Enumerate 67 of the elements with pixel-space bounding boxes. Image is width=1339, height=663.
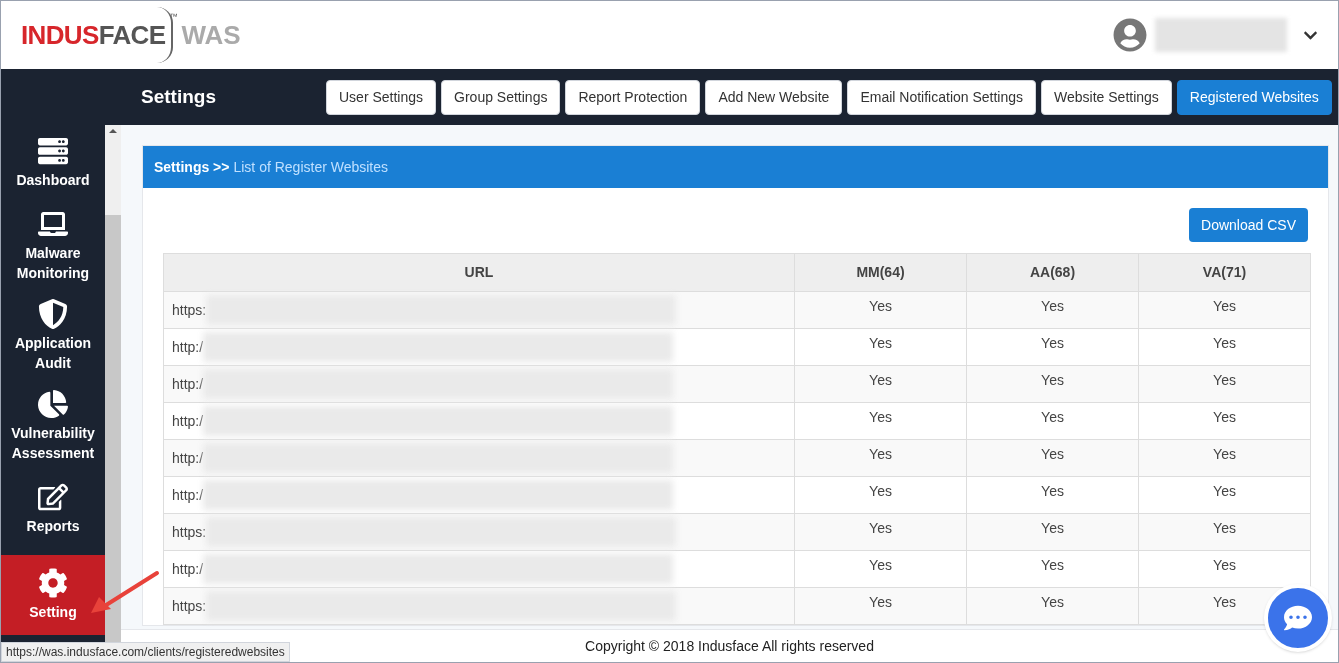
server-icon (38, 136, 68, 166)
table-cell: Yes (794, 476, 967, 514)
download-csv-button[interactable]: Download CSV (1189, 208, 1308, 242)
table-cell: Yes (966, 291, 1139, 329)
url-cell-text: https: (172, 522, 207, 542)
laptop-icon (38, 209, 68, 239)
table-cell: Yes (794, 439, 967, 477)
settings-tab[interactable]: User Settings (326, 79, 437, 115)
gear-icon (38, 568, 68, 598)
table-cell: Yes (966, 328, 1139, 366)
url-cell-text: http:/ (172, 559, 204, 579)
settings-tab[interactable]: Group Settings (441, 79, 561, 115)
url-cell-text: http:/ (172, 374, 204, 394)
edit-icon (38, 482, 68, 512)
table-cell: Yes (794, 328, 967, 366)
table-cell: Yes (966, 550, 1139, 588)
table-cell: Yes (1138, 365, 1311, 403)
user-avatar-icon[interactable] (1113, 18, 1147, 52)
settings-tab[interactable]: Registered Websites (1176, 79, 1332, 115)
breadcrumb-root[interactable]: Settings >> (154, 156, 230, 178)
table-cell: Yes (794, 513, 967, 551)
url-cell-text: http:/ (172, 485, 204, 505)
table-cell: Yes (966, 513, 1139, 551)
annotation-arrow (89, 569, 161, 615)
sidebar-item[interactable]: Vulnerability Assessment (1, 381, 105, 471)
logo: INDUSFACE ™ WAS (21, 7, 241, 63)
copyright-text: Copyright © 2018 Indusface All rights reserved (585, 636, 874, 656)
table-cell: Yes (794, 291, 967, 329)
url-cell-text: https: (172, 596, 207, 616)
chat-bubble-icon (1284, 604, 1312, 632)
pie-chart-icon (38, 389, 68, 419)
sidebar-item[interactable]: Application Audit (1, 291, 105, 381)
table-cell: Yes (966, 587, 1139, 625)
url-cell-text: http:/ (172, 448, 204, 468)
settings-tab[interactable]: Add New Website (705, 79, 843, 115)
sidebar-item[interactable]: Dashboard (1, 125, 105, 201)
table-cell: Yes (966, 402, 1139, 440)
table-cell: Yes (966, 476, 1139, 514)
table-cell: Yes (1138, 513, 1311, 551)
table-cell: Yes (1138, 328, 1311, 366)
settings-tab[interactable]: Email Notification Settings (847, 79, 1037, 115)
column-header: URL (163, 253, 795, 292)
sidebar-item[interactable]: Reports (1, 471, 105, 547)
breadcrumb-current: List of Register Websites (233, 157, 389, 177)
url-cell-text: http:/ (172, 411, 204, 431)
table-cell: Yes (1138, 439, 1311, 477)
settings-tab[interactable]: Website Settings (1041, 79, 1172, 115)
page-title: Settings (141, 84, 217, 109)
table-cell: Yes (794, 402, 967, 440)
column-header: MM(64) (794, 253, 967, 292)
url-cell-text: https: (172, 300, 207, 320)
table-cell: Yes (794, 587, 967, 625)
sidebar-item[interactable]: Setting (1, 555, 105, 635)
table-cell: Yes (1138, 291, 1311, 329)
table-cell: Yes (1138, 402, 1311, 440)
shield-icon (38, 299, 68, 329)
table-cell: Yes (794, 550, 967, 588)
sidebar-item[interactable]: Malware Monitoring (1, 201, 105, 291)
table-cell: Yes (966, 365, 1139, 403)
url-cell-text: http:/ (172, 337, 204, 357)
table-cell: Yes (966, 439, 1139, 477)
column-header: AA(68) (966, 253, 1139, 292)
settings-tab[interactable]: Report Protection (565, 79, 701, 115)
column-header: VA(71) (1138, 253, 1311, 292)
table-cell: Yes (794, 365, 967, 403)
status-bar: https://was.indusface.com/clients/registeredwebsites (1, 642, 290, 662)
table-cell: Yes (1138, 476, 1311, 514)
